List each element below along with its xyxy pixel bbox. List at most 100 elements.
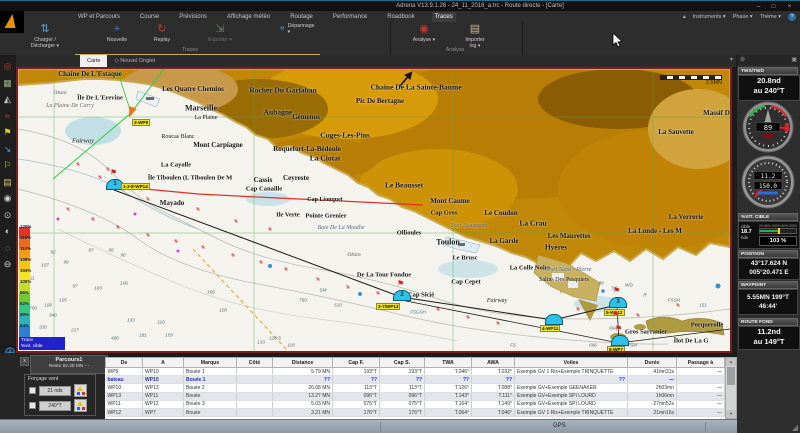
column-header-twa[interactable]: TWA <box>425 358 472 368</box>
ribbon-tab-wp-et-parcours[interactable]: WP et Parcours <box>75 12 123 22</box>
scroll-up-icon[interactable]: ▲ <box>726 358 736 366</box>
status-bar: GPS <box>0 419 737 433</box>
ribbon-tab-roadbook[interactable]: Roadbook <box>384 12 417 22</box>
zoom-marks-icon[interactable]: ⊙ <box>4 210 12 220</box>
waypoint-marker[interactable]: 2 <box>393 290 411 301</box>
forcage-vent-title: Forçage vent <box>28 376 58 382</box>
ribbon-tab-routage[interactable]: Routage <box>287 12 316 22</box>
charger-decharger-button[interactable]: ⇅Charger /Décharger ▾ <box>18 22 72 54</box>
performance-icon[interactable]: ◭ <box>4 94 11 104</box>
ribbon-tab-pre-visions[interactable]: Prévisions <box>176 12 210 22</box>
table-row[interactable]: WP11WP12Bouée 35.03 MN075°T075°TT.164°T.… <box>106 400 725 408</box>
cible-unit: nds <box>741 235 759 240</box>
table-row[interactable]: WP12WP7Bouée3.21 MN176°T176°TT.064°T.046… <box>106 408 725 416</box>
column-header-dure-e[interactable]: Durée <box>628 358 677 368</box>
column-header-voiles[interactable]: Voiles <box>515 358 628 368</box>
ribbon-tab-course[interactable]: Course <box>137 12 162 22</box>
route-table[interactable]: DeAMarqueCôtéDistanceCap F.Cap S.TWAAWAV… <box>105 357 725 419</box>
tws-twd-panel: 20.8nd au 240°T <box>738 75 800 101</box>
table-scrollbar[interactable]: ▲ ▼ <box>725 357 737 419</box>
selection-icon[interactable]: ◌ <box>5 243 10 253</box>
menu-the-me[interactable]: Thème ▾ <box>760 14 781 20</box>
table-row[interactable]: WP13WP11Bouée13.27 MN096°T096°TT.143°T.1… <box>106 392 725 400</box>
depth-sounding: 87 <box>88 248 93 253</box>
depannage-button[interactable]: ⚒Dépannage ▾ <box>280 23 314 35</box>
depth-sounding: 88 <box>108 248 113 253</box>
wind-dir-picker-button[interactable] <box>74 399 87 412</box>
column-header-de[interactable]: De <box>106 358 143 368</box>
map-label: Cap Canaille <box>246 186 282 193</box>
zoom-waypoint-icon[interactable]: ◉ <box>4 193 12 203</box>
table-row[interactable]: WP9WP10Bouée 15.79 MN193°T193°TT.046°T.0… <box>106 368 725 376</box>
table-row[interactable]: bateauWP10Bouée 1????????????— <box>106 376 725 384</box>
wind-speed-picker-button[interactable] <box>74 384 87 397</box>
ribbon-tab-performance[interactable]: Performance <box>330 12 370 22</box>
table-row[interactable]: WP10WP13Bouée 226.08 MN113°T113°TT.126°T… <box>106 384 725 392</box>
ribbon-right-menu: ▴ Instruments ▾ Phase ▾ Thème ▾? <box>683 13 796 21</box>
depth-sounding: 760 <box>299 298 307 303</box>
awa-digital-value: 89 <box>764 124 772 132</box>
column-header-distance[interactable]: Distance <box>273 358 333 368</box>
column-header-awa[interactable]: AWA <box>472 358 515 368</box>
sidebar-pin-icon[interactable]: ▣ <box>791 56 797 63</box>
depth-sounding: R <box>643 293 646 298</box>
help-icon[interactable]: ? <box>788 13 796 21</box>
waypoint-panel: 5.55MN 199°T 46:44' <box>738 289 798 315</box>
resize-grip[interactable] <box>792 425 798 431</box>
depth-sounding: 106 <box>120 281 128 286</box>
chart-icon[interactable]: ▦ <box>3 78 12 88</box>
parcours-title: Parcours1 <box>31 356 107 364</box>
menu-phase[interactable]: Phase ▾ <box>733 14 753 20</box>
maximize-button[interactable]: □ <box>767 3 780 11</box>
wind-dir-checkbox[interactable] <box>29 402 36 409</box>
menu-instruments[interactable]: Instruments ▾ <box>693 14 726 20</box>
wind-speed-checkbox[interactable] <box>29 387 36 394</box>
marks-icon[interactable]: ⚐ <box>3 160 11 170</box>
column-header-marque[interactable]: Marque <box>184 358 237 368</box>
zoom-out-icon[interactable]: ⊖ <box>4 259 12 269</box>
minimize-button[interactable]: – <box>752 3 765 11</box>
route-icon[interactable]: ↘ <box>4 144 12 154</box>
nautical-chart[interactable]: Chaîne De L'EstaqueLes Quatre CheminsRoc… <box>16 67 732 353</box>
trace-icon[interactable]: ≈ <box>5 111 10 121</box>
map-label: Le Coudon <box>484 209 517 217</box>
position-title: POSITION <box>738 250 798 258</box>
tab-nouvel-onglet[interactable]: ◇ Nouvel Onglet <box>107 55 162 67</box>
tws-twd-title: TWS/TWD <box>738 67 798 75</box>
collapse-ribbon-icon[interactable]: ▴ <box>683 14 686 20</box>
wind-dir-field[interactable]: 240°T <box>39 401 71 411</box>
close-button[interactable]: × <box>783 3 796 11</box>
left-toolbar: ◎ ▦ ◭ ≈ ⚑ ↘ ⚐ ▤ ◉ ⊙ ◐ ◌ ⊖ <box>0 57 15 361</box>
tab-carte[interactable]: Carte <box>80 55 107 67</box>
column-header-co-te[interactable]: Côté <box>237 358 273 368</box>
depth-sounding: 181 <box>139 333 147 338</box>
sidebar-gear-icon[interactable]: ⊛ <box>740 56 745 63</box>
tws-value: 20.8nd <box>739 76 799 86</box>
trace-speed-legend: 120%116%112%108%104%100%96%92%88%84% Tra… <box>19 227 53 348</box>
map-label: Cap Gros <box>431 210 458 217</box>
ribbon-tab-affichage-me-te-o[interactable]: Affichage météo <box>224 12 273 22</box>
ribbon-tab-traces[interactable]: Traces <box>432 12 456 22</box>
scroll-thumb[interactable] <box>727 367 735 385</box>
depth-sounding: WD <box>625 283 633 288</box>
lifebuoy-icon[interactable]: ◎ <box>4 61 12 71</box>
map-label: Mont Caume <box>430 197 469 205</box>
scroll-down-icon[interactable]: ▼ <box>726 410 736 418</box>
waypoint-marker[interactable]: 3 <box>609 297 627 308</box>
column-header-a[interactable]: A <box>143 358 184 368</box>
waypoint-marker[interactable] <box>611 335 629 346</box>
parcours-close-button[interactable]: x <box>20 357 29 366</box>
column-header-cap-f[interactable]: Cap F. <box>333 358 380 368</box>
waypoints-icon[interactable]: ⚑ <box>3 127 11 137</box>
zoom-select-icon[interactable]: ◐ <box>5 226 10 236</box>
column-header-passage-a[interactable]: Passage à <box>677 358 725 368</box>
map-options-caret-icon[interactable]: ▾ <box>730 56 733 63</box>
wind-speed-field[interactable]: 21 nds <box>39 386 71 396</box>
nouvelle-icon: + <box>114 22 120 37</box>
notes-icon[interactable]: ▤ <box>3 177 12 187</box>
column-header-cap-s[interactable]: Cap S. <box>380 358 425 368</box>
map-label: Îlot De La G <box>674 338 709 345</box>
instrument-sidebar: ⊛ ▣ TWS/TWD 20.8nd au 240°T 89 <box>737 55 800 433</box>
charger-decharger-icon: ⇅ <box>40 22 49 37</box>
waypoint-marker[interactable] <box>545 314 563 325</box>
